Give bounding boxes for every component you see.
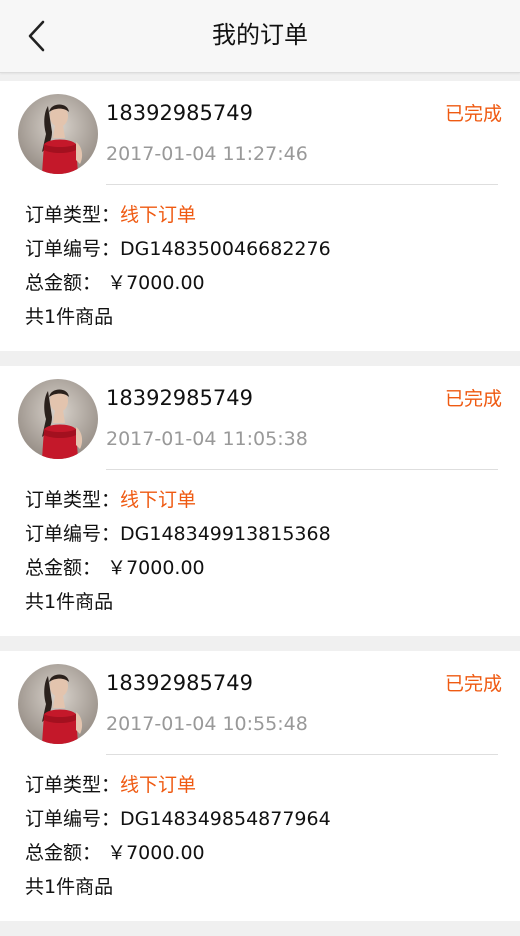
order-items-count: 共1件商品 (25, 306, 114, 328)
avatar (18, 94, 98, 174)
order-total-label: 总金额： (25, 557, 102, 579)
order-type-value: 线下订单 (120, 204, 197, 226)
avatar (18, 664, 98, 744)
order-total-label: 总金额： (25, 842, 102, 864)
order-number-value: DG148349854877964 (120, 808, 331, 830)
avatar (18, 379, 98, 459)
order-datetime: 2017-01-04 11:05:38 (106, 428, 308, 450)
order-number-label: 订单编号： (25, 808, 121, 830)
order-number-label: 订单编号： (25, 238, 121, 260)
customer-phone: 18392985749 (106, 671, 253, 695)
order-type-value: 线下订单 (120, 489, 197, 511)
order-items-count: 共1件商品 (25, 591, 114, 613)
order-type-row: 订单类型：线下订单 (25, 198, 331, 232)
divider (106, 469, 498, 470)
order-type-label: 订单类型： (25, 774, 121, 796)
order-number-value: DG148350046682276 (120, 238, 331, 260)
order-status: 已完成 (444, 388, 502, 410)
page-title: 我的订单 (212, 21, 308, 49)
order-card[interactable]: 18392985749 2017-01-04 10:55:48 已完成 订单类型… (0, 651, 520, 921)
order-items-count: 共1件商品 (25, 876, 114, 898)
order-total-value: ￥7000.00 (107, 842, 205, 864)
order-info: 订单类型：线下订单 订单编号：DG148349854877964 总金额： ￥7… (25, 768, 331, 904)
order-status: 已完成 (444, 673, 502, 695)
order-number-value: DG148349913815368 (120, 523, 331, 545)
order-card[interactable]: 18392985749 2017-01-04 11:05:38 已完成 订单类型… (0, 366, 520, 636)
order-datetime: 2017-01-04 11:27:46 (106, 143, 308, 165)
divider (106, 184, 498, 185)
order-total-row: 总金额： ￥7000.00 (25, 551, 331, 585)
divider (106, 754, 498, 755)
order-number-row: 订单编号：DG148349913815368 (25, 517, 331, 551)
order-total-value: ￥7000.00 (107, 557, 205, 579)
order-status: 已完成 (444, 103, 502, 125)
order-total-value: ￥7000.00 (107, 272, 205, 294)
order-info: 订单类型：线下订单 订单编号：DG148349913815368 总金额： ￥7… (25, 483, 331, 619)
order-list: 18392985749 2017-01-04 11:27:46 已完成 订单类型… (0, 81, 520, 936)
top-bar: 我的订单 (0, 0, 520, 73)
order-total-row: 总金额： ￥7000.00 (25, 266, 331, 300)
order-total-label: 总金额： (25, 272, 102, 294)
order-number-row: 订单编号：DG148349854877964 (25, 802, 331, 836)
order-number-row: 订单编号：DG148350046682276 (25, 232, 331, 266)
customer-phone: 18392985749 (106, 101, 253, 125)
order-type-row: 订单类型：线下订单 (25, 768, 331, 802)
order-card[interactable]: 18392985749 2017-01-04 11:27:46 已完成 订单类型… (0, 81, 520, 351)
order-type-row: 订单类型：线下订单 (25, 483, 331, 517)
order-datetime: 2017-01-04 10:55:48 (106, 713, 308, 735)
customer-phone: 18392985749 (106, 386, 253, 410)
order-type-label: 订单类型： (25, 489, 121, 511)
order-info: 订单类型：线下订单 订单编号：DG148350046682276 总金额： ￥7… (25, 198, 331, 334)
order-type-value: 线下订单 (120, 774, 197, 796)
order-number-label: 订单编号： (25, 523, 121, 545)
order-total-row: 总金额： ￥7000.00 (25, 836, 331, 870)
order-type-label: 订单类型： (25, 204, 121, 226)
